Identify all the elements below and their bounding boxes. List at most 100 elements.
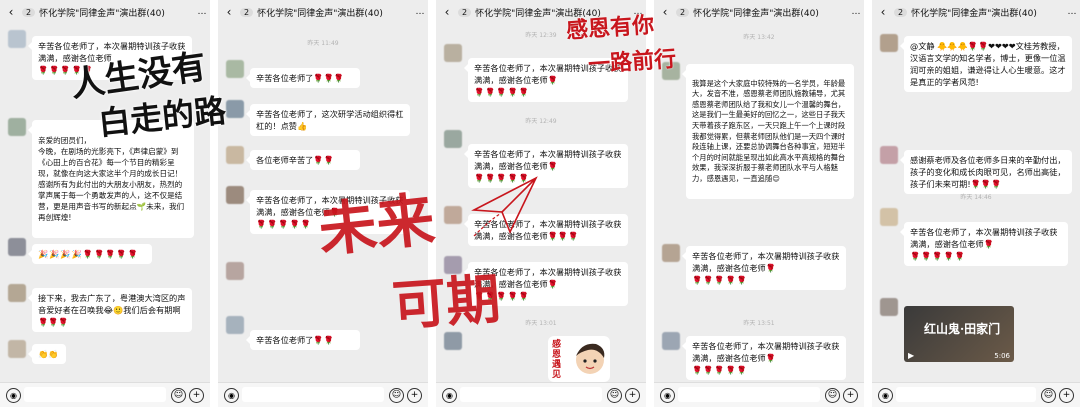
unread-badge: 2 [22, 7, 36, 17]
message-bubble[interactable]: 辛苦各位老师了，本次暑期特训孩子收获满满，感谢各位老师🌹 🌹🌹🌹🌹🌹 [464, 144, 628, 188]
message-bubble[interactable]: 辛苦各位老师了🌹🌹🌹 [246, 68, 360, 88]
plus-icon[interactable]: + [625, 388, 640, 403]
message-text: 各位老师辛苦了🌹🌹 [256, 155, 334, 165]
avatar[interactable] [8, 340, 26, 358]
chat-title: 怀化学院"同律金声"演出群(40) [257, 8, 383, 19]
avatar[interactable] [444, 44, 462, 62]
more-icon[interactable]: … [412, 7, 428, 17]
avatar[interactable] [226, 146, 244, 164]
avatar[interactable] [226, 60, 244, 78]
more-icon[interactable]: … [848, 7, 864, 17]
message-input[interactable] [678, 387, 820, 402]
voice-icon[interactable]: ◉ [878, 388, 893, 403]
message-text: 辛苦各位老师了，本次暑期特训孩子收获满满，感谢各位老师🌹 [474, 267, 622, 289]
message-bubble[interactable]: 👏👏 [28, 344, 66, 364]
avatar[interactable] [662, 244, 680, 262]
avatar[interactable] [226, 262, 244, 280]
message-text: 辛苦各位老师了，本次暑期特训孩子收获满满，感谢各位老师 [38, 41, 186, 63]
back-icon[interactable]: ‹ [872, 5, 894, 19]
message-bubble[interactable]: 各位老师辛苦了🌹🌹 [246, 150, 360, 170]
plus-icon[interactable]: + [189, 388, 204, 403]
unread-badge: 2 [676, 7, 690, 17]
message-bubble[interactable]: 🎉🎉🎉🎉🌹🌹🌹🌹🌹 [28, 244, 152, 264]
message-bubble[interactable]: 辛苦各位老师了，本次暑期特训孩子收获满满，感谢各位老师🌹 🌹🌹🌹🌹🌹 [900, 222, 1068, 266]
message-input[interactable] [24, 387, 166, 402]
message-bubble[interactable]: 辛苦各位老师了🌹🌹 [246, 330, 360, 350]
message-bubble[interactable]: 亲爱的团员们， 今晚，在剧场的光影亮下，《声律启蒙》到《心田上的百合花》每一个节… [28, 120, 194, 238]
avatar[interactable] [444, 206, 462, 224]
message-bubble[interactable]: 辛苦各位老师了，本次暑期特训孩子收获满满，感谢各位老师🌹 🌹🌹🌹🌹🌹 [464, 262, 628, 306]
unread-badge: 2 [240, 7, 254, 17]
avatar[interactable] [880, 34, 898, 52]
emoji-icon[interactable]: ☺ [825, 388, 840, 403]
message-text: 我算是这个大家庭中较特殊的一名学员，年龄最大，发音不准，感恩蔡老师团队施教辅导，… [692, 78, 846, 183]
input-bar: ◉ ☺ + [654, 382, 864, 407]
voice-icon[interactable]: ◉ [660, 388, 675, 403]
voice-icon[interactable]: ◉ [442, 388, 457, 403]
back-icon[interactable]: ‹ [218, 5, 240, 19]
play-icon: ▶ [908, 351, 915, 360]
avatar[interactable] [444, 332, 462, 350]
back-icon[interactable]: ‹ [0, 5, 22, 19]
avatar[interactable] [226, 316, 244, 334]
message-bubble[interactable]: 辛苦各位老师了，本次暑期特训孩子收获满满，感谢各位老师🌹🌹🌹 [464, 214, 628, 246]
avatar[interactable] [8, 118, 26, 136]
chat-title: 怀化学院"同律金声"演出群(40) [911, 8, 1037, 19]
emoji-icon[interactable]: ☺ [171, 388, 186, 403]
message-bubble[interactable]: 辛苦各位老师了，本次暑期特训孩子收获满满，感谢各位老师🌹 🌹🌹🌹🌹🌹 [682, 336, 846, 380]
emoji-icon[interactable]: ☺ [607, 388, 622, 403]
avatar[interactable] [662, 62, 680, 80]
avatar[interactable] [880, 146, 898, 164]
message-text: 辛苦各位老师了，本次暑期特训孩子收获满满，感谢各位老师🌹 [692, 251, 840, 273]
emoji-icon[interactable]: ☺ [389, 388, 404, 403]
voice-icon[interactable]: ◉ [6, 388, 21, 403]
message-bubble[interactable]: 辛苦各位老师了，这次研学活动组织得杠杠的！点赞👍 [246, 104, 410, 136]
more-icon[interactable]: … [630, 7, 646, 17]
message-bubble[interactable]: 辛苦各位老师了，本次暑期特训孩子收获满满，感谢各位老师🌹 🌹🌹🌹🌹🌹 [464, 58, 628, 102]
voice-icon[interactable]: ◉ [224, 388, 239, 403]
avatar[interactable] [8, 30, 26, 48]
message-text: 感谢蔡老师及各位老师多日来的辛勤付出，孩子的变化和成长肉眼可见，名师出高徒，孩子… [910, 155, 1066, 189]
flower-emojis: 🎉🎉🎉🎉🌹🌹🌹🌹🌹 [38, 249, 139, 259]
plus-icon[interactable]: + [843, 388, 858, 403]
message-text: 辛苦各位老师了，本次暑期特训孩子收获满满，感谢各位老师🌹 [256, 195, 404, 217]
message-bubble[interactable]: 辛苦各位老师了，本次暑期特训孩子收获满满，感谢各位老师🌹 🌹🌹🌹🌹🌹 [246, 190, 410, 234]
message-bubble[interactable]: 辛苦各位老师了，本次暑期特训孩子收获满满，感谢各位老师 🌹🌹🌹🌹🌹 [28, 36, 192, 80]
message-bubble[interactable]: 接下来，我去广东了，粤港澳大湾区的声音爱好者在召唤我😂🙂我们后会有期啊🌹🌹🌹 [28, 288, 192, 332]
message-bubble[interactable]: 我算是这个大家庭中较特殊的一名学员，年龄最大，发音不准，感恩蔡老师团队施教辅导，… [682, 64, 854, 200]
message-input[interactable] [460, 387, 602, 402]
avatar[interactable] [8, 238, 26, 256]
chat-header: ‹ 2 怀化学院"同律金声"演出群(40) … [436, 0, 646, 24]
chat-panel-2: ‹ 2 怀化学院"同律金声"演出群(40) … 昨天 11:49 辛苦各位老师了… [218, 0, 428, 407]
avatar[interactable] [8, 284, 26, 302]
input-bar: ◉ ☺ + [0, 382, 210, 407]
emoji-icon[interactable]: ☺ [1041, 388, 1056, 403]
avatar[interactable] [226, 100, 244, 118]
message-text: 辛苦各位老师了，这次研学活动组织得杠杠的！点赞👍 [256, 109, 404, 131]
avatar[interactable] [444, 256, 462, 274]
unread-badge: 2 [894, 7, 908, 17]
message-input[interactable] [242, 387, 384, 402]
avatar[interactable] [880, 208, 898, 226]
message-text: @文静 🐥🐥🐥🌹🌹❤❤❤❤文桂芳教授，汉语言文学的知名学者，博士，更像一位温润可… [910, 41, 1066, 87]
back-icon[interactable]: ‹ [436, 5, 458, 19]
chat-header: ‹ 2 怀化学院"同律金声"演出群(40) … [654, 0, 864, 24]
video-thumbnail[interactable]: 红山鬼·田家门 ▶ 5:06 [904, 306, 1014, 362]
more-icon[interactable]: … [194, 7, 210, 17]
avatar[interactable] [880, 298, 898, 316]
chat-panel-1: ‹ 2 怀化学院"同律金声"演出群(40) … 辛苦各位老师了，本次暑期特训孩子… [0, 0, 210, 407]
sticker-image[interactable]: 感恩遇见 [548, 336, 610, 382]
message-bubble[interactable]: 感谢蔡老师及各位老师多日来的辛勤付出，孩子的变化和成长肉眼可见，名师出高徒，孩子… [900, 150, 1072, 194]
avatar[interactable] [226, 186, 244, 204]
avatar[interactable] [444, 130, 462, 148]
flower-emojis: 🌹🌹🌹🌹🌹 [474, 173, 530, 183]
more-icon[interactable]: … [1064, 7, 1080, 17]
plus-icon[interactable]: + [1059, 388, 1074, 403]
chat-panel-4: ‹ 2 怀化学院"同律金声"演出群(40) … 昨天 13:42 我算是这个大家… [654, 0, 864, 407]
avatar[interactable] [662, 332, 680, 350]
plus-icon[interactable]: + [407, 388, 422, 403]
message-input[interactable] [896, 387, 1036, 402]
message-bubble[interactable]: 辛苦各位老师了，本次暑期特训孩子收获满满，感谢各位老师🌹 🌹🌹🌹🌹🌹 [682, 246, 846, 290]
back-icon[interactable]: ‹ [654, 5, 676, 19]
message-bubble[interactable]: @文静 🐥🐥🐥🌹🌹❤❤❤❤文桂芳教授，汉语言文学的知名学者，博士，更像一位温润可… [900, 36, 1072, 92]
